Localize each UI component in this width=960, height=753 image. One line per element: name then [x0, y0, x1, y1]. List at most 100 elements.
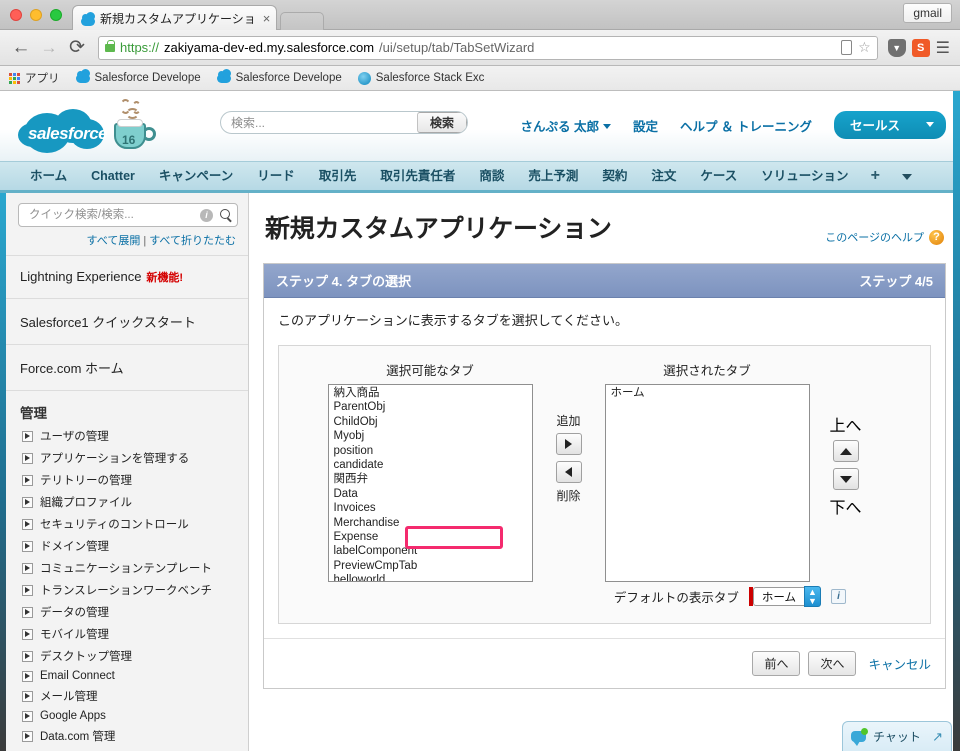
info-icon[interactable]: i	[831, 589, 846, 604]
global-search[interactable]: 検索	[220, 111, 469, 134]
sidebar-item-google-apps[interactable]: Google Apps	[6, 707, 248, 725]
list-item[interactable]: 関西弁	[329, 472, 532, 486]
chevron-updown-icon[interactable]: ▲ ▼	[804, 586, 821, 607]
list-item[interactable]: labelComponent	[329, 544, 532, 558]
expand-triangle-icon[interactable]	[22, 430, 33, 442]
tab-contracts[interactable]: 契約	[590, 161, 639, 191]
sidebar-item-desktop-administration[interactable]: デスクトップ管理	[6, 645, 248, 667]
move-up-button[interactable]	[832, 440, 859, 462]
expand-triangle-icon[interactable]	[22, 496, 33, 508]
quick-find-box[interactable]: i	[18, 203, 238, 227]
user-menu[interactable]: さんぷる 太郎	[521, 116, 612, 135]
address-bar[interactable]: https:// zakiyama-dev-ed.my.salesforce.co…	[98, 35, 878, 60]
list-item[interactable]: helloworld	[329, 573, 532, 581]
salesforce-logo[interactable]: salesforce 16	[0, 91, 158, 155]
more-tabs-icon[interactable]	[890, 161, 924, 191]
list-item[interactable]: Expense	[329, 530, 532, 544]
previous-button[interactable]: 前へ	[752, 651, 801, 676]
mobile-view-icon[interactable]	[841, 40, 853, 55]
expand-triangle-icon[interactable]	[22, 452, 33, 464]
list-item[interactable]: ParentObj	[329, 400, 532, 414]
collapse-all-link[interactable]: すべて折りたたむ	[149, 235, 236, 247]
expand-triangle-icon[interactable]	[22, 650, 33, 662]
list-item[interactable]: Data	[329, 487, 532, 501]
tab-solutions[interactable]: ソリューション	[749, 161, 860, 191]
sidebar-item-lightning-experience[interactable]: Lightning Experience 新機能!	[6, 255, 248, 298]
extension-icon[interactable]: S	[911, 38, 930, 57]
cancel-button[interactable]: キャンセル	[864, 654, 931, 673]
browser-menu-icon[interactable]: ☰	[936, 38, 950, 58]
move-down-button[interactable]	[832, 468, 859, 490]
reload-icon[interactable]: ⟳	[66, 36, 88, 59]
expand-arrow-icon[interactable]: ↗	[932, 729, 943, 745]
gmail-profile-button[interactable]: gmail	[903, 3, 952, 23]
list-item[interactable]: 納入商品	[329, 386, 532, 400]
sidebar-item-email-connect[interactable]: Email Connect	[6, 667, 248, 685]
list-item[interactable]: Myobj	[329, 429, 532, 443]
expand-triangle-icon[interactable]	[22, 562, 33, 574]
sidebar-item-manage-apps[interactable]: アプリケーションを管理する	[6, 447, 248, 469]
browser-tab[interactable]: 新規カスタムアプリケーショ ×	[72, 5, 278, 30]
sidebar-item-salesforce1-quickstart[interactable]: Salesforce1 クイックスタート	[6, 298, 248, 344]
tab-leads[interactable]: リード	[245, 161, 307, 191]
new-tab-button[interactable]	[280, 12, 325, 30]
close-window-button[interactable]	[10, 9, 22, 21]
setup-link[interactable]: 設定	[633, 116, 658, 135]
tab-chatter[interactable]: Chatter	[79, 161, 147, 191]
expand-triangle-icon[interactable]	[22, 518, 33, 530]
expand-triangle-icon[interactable]	[22, 474, 33, 486]
expand-triangle-icon[interactable]	[22, 690, 33, 702]
sidebar-item-manage-territories[interactable]: テリトリーの管理	[6, 469, 248, 491]
sidebar-item-datacom-administration[interactable]: Data.com 管理	[6, 725, 248, 747]
minimize-window-button[interactable]	[30, 9, 42, 21]
search-input[interactable]	[221, 112, 417, 133]
page-help-link[interactable]: このページのヘルプ ?	[825, 229, 944, 245]
back-icon[interactable]: ←	[10, 37, 32, 59]
remove-button[interactable]	[555, 461, 582, 483]
list-item[interactable]: Merchandise	[329, 516, 532, 530]
tab-forecasts[interactable]: 売上予測	[516, 161, 590, 191]
available-tabs-listbox[interactable]: 納入商品 ParentObj ChildObj Myobj position c…	[327, 384, 533, 582]
close-tab-icon[interactable]: ×	[261, 12, 271, 25]
tab-contacts[interactable]: 取引先責任者	[368, 161, 467, 191]
sidebar-item-translation-workbench[interactable]: トランスレーションワークベンチ	[6, 579, 248, 601]
bookmark-salesforce-developer-1[interactable]: Salesforce Develope	[75, 68, 201, 84]
bookmark-salesforce-developer-2[interactable]: Salesforce Develope	[216, 68, 342, 84]
expand-triangle-icon[interactable]	[22, 730, 33, 742]
list-item[interactable]: Invoices	[329, 501, 532, 515]
sidebar-item-security-controls[interactable]: セキュリティのコントロール	[6, 513, 248, 535]
list-item[interactable]: ChildObj	[329, 415, 532, 429]
sidebar-item-forcecom-home[interactable]: Force.com ホーム	[6, 344, 248, 390]
selected-tabs-listbox[interactable]: ホーム	[604, 384, 810, 582]
sidebar-item-data-management[interactable]: データの管理	[6, 601, 248, 623]
tab-cases[interactable]: ケース	[688, 161, 749, 191]
list-item[interactable]: candidate	[329, 458, 532, 472]
default-tab-select[interactable]: ホーム	[752, 587, 804, 606]
sidebar-item-domain-management[interactable]: ドメイン管理	[6, 535, 248, 557]
search-button[interactable]: 検索	[417, 112, 468, 133]
expand-triangle-icon[interactable]	[22, 670, 33, 682]
list-item[interactable]: ホーム	[606, 386, 809, 400]
sidebar-item-email-administration[interactable]: メール管理	[6, 685, 248, 707]
tab-accounts[interactable]: 取引先	[307, 161, 369, 191]
sidebar-item-manage-users[interactable]: ユーザの管理	[6, 425, 248, 447]
bookmark-apps[interactable]: アプリ	[9, 70, 60, 86]
info-icon[interactable]: i	[200, 208, 213, 222]
expand-triangle-icon[interactable]	[22, 628, 33, 640]
tab-campaigns[interactable]: キャンペーン	[147, 161, 245, 191]
expand-all-link[interactable]: すべて展開	[87, 235, 141, 247]
search-icon[interactable]	[220, 208, 233, 222]
expand-triangle-icon[interactable]	[22, 710, 33, 722]
chat-widget[interactable]: チャット ↗	[842, 721, 952, 751]
add-tab-icon[interactable]: +	[861, 161, 890, 191]
bookmark-star-icon[interactable]: ☆	[858, 39, 871, 56]
sidebar-item-mobile-administration[interactable]: モバイル管理	[6, 623, 248, 645]
forward-icon[interactable]: →	[38, 38, 60, 58]
quick-find-input[interactable]	[27, 208, 200, 222]
pocket-extension-icon[interactable]: ▼	[887, 38, 906, 57]
tab-home[interactable]: ホーム	[18, 161, 79, 191]
list-item[interactable]: position	[329, 444, 532, 458]
bookmark-salesforce-stack-exchange[interactable]: Salesforce Stack Exc	[357, 71, 484, 85]
expand-triangle-icon[interactable]	[22, 606, 33, 618]
next-button[interactable]: 次へ	[808, 651, 857, 676]
